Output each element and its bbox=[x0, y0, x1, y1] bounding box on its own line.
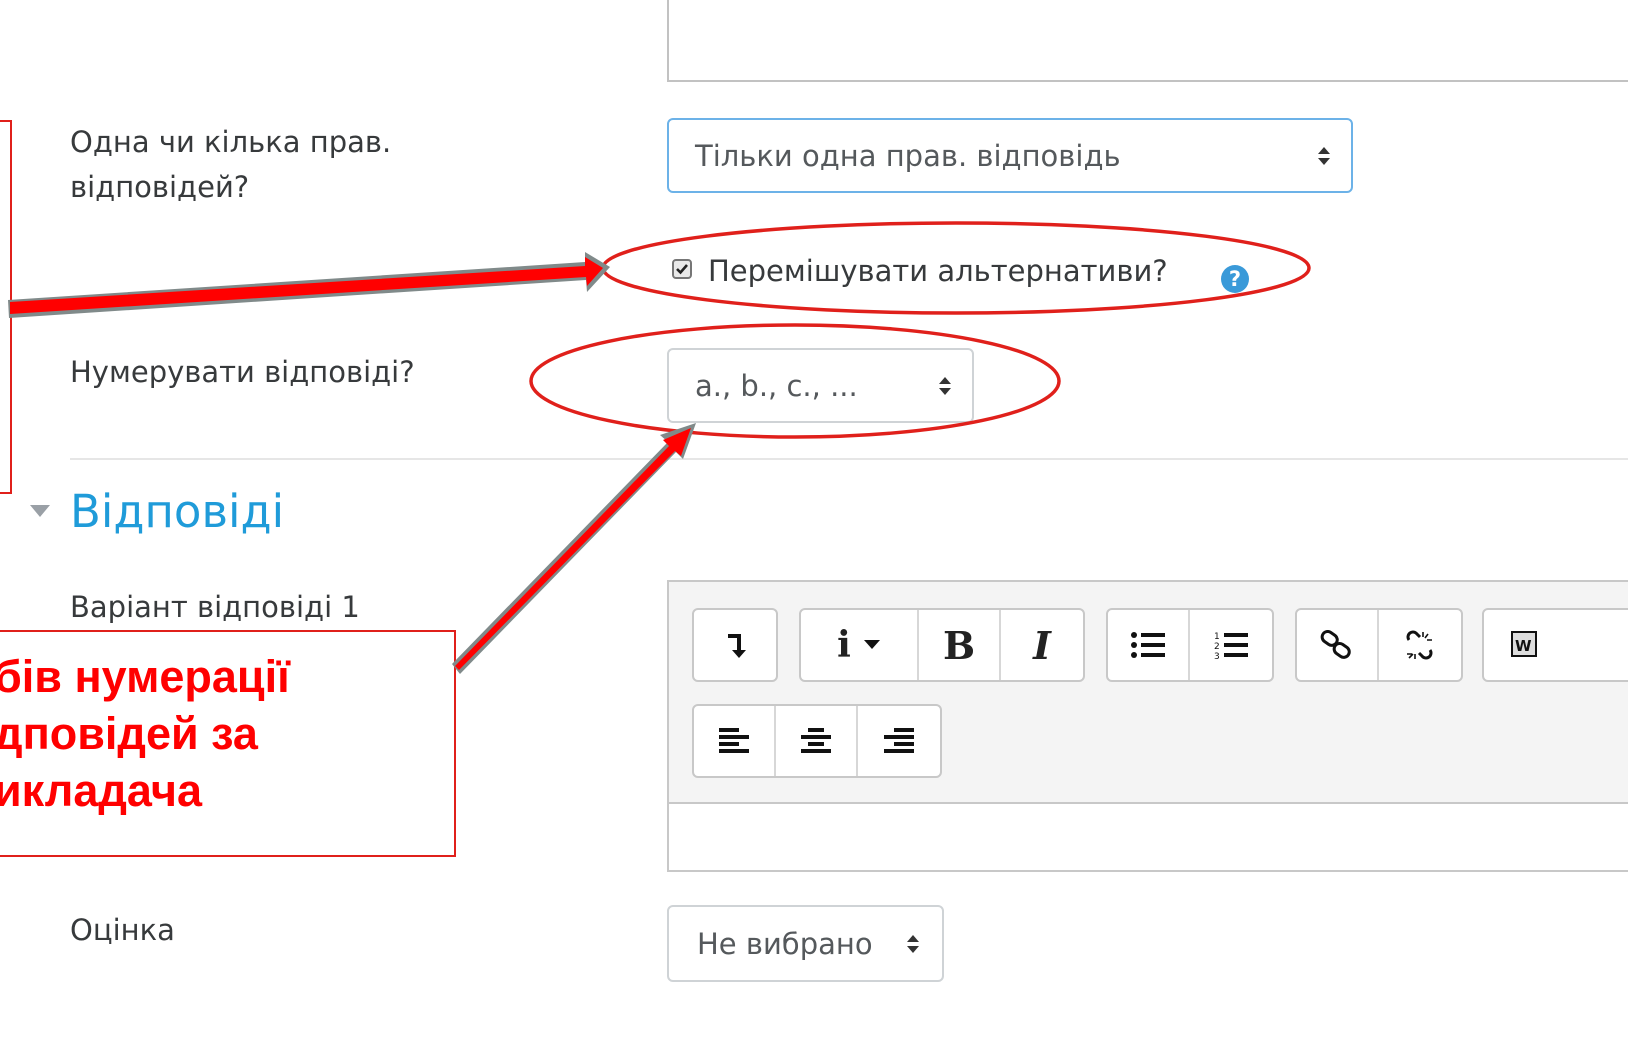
help-icon[interactable]: ? bbox=[1221, 265, 1249, 293]
section-divider bbox=[70, 458, 1628, 460]
align-center-icon[interactable] bbox=[776, 706, 858, 776]
toolbar-group-style: i B I bbox=[799, 608, 1085, 682]
svg-text:W: W bbox=[1515, 637, 1532, 655]
svg-text:2: 2 bbox=[1214, 642, 1220, 652]
numbering-value: a., b., c., ... bbox=[695, 368, 858, 403]
toolbar-group-lists: 123 bbox=[1106, 608, 1274, 682]
toolbar-group-align bbox=[692, 704, 942, 778]
bold-icon[interactable]: B bbox=[919, 610, 1001, 680]
svg-text:1: 1 bbox=[1214, 632, 1220, 642]
unordered-list-icon[interactable] bbox=[1108, 610, 1190, 680]
grade-select[interactable]: Не вибрано bbox=[667, 905, 944, 982]
grade-label: Оцінка bbox=[70, 913, 175, 947]
insert-dropdown-icon[interactable]: i bbox=[801, 610, 919, 680]
editor-content-area[interactable] bbox=[669, 804, 1628, 870]
toolbar-group-links bbox=[1295, 608, 1463, 682]
select-caret-icon bbox=[939, 376, 951, 395]
answer-editor: i B I 123 W bbox=[667, 580, 1628, 872]
general-feedback-textarea[interactable] bbox=[667, 0, 1628, 82]
toolbar-group-misc: W bbox=[1482, 608, 1628, 682]
shuffle-checkbox[interactable] bbox=[672, 259, 692, 279]
shuffle-label: Перемішувати альтернативи? bbox=[708, 254, 1168, 288]
annotation-box-upper bbox=[0, 120, 12, 494]
arrow-to-shuffle bbox=[8, 252, 610, 318]
numbering-label: Нумерувати відповіді? bbox=[70, 355, 415, 389]
svg-text:3: 3 bbox=[1214, 652, 1220, 660]
grade-value: Не вибрано bbox=[697, 926, 873, 961]
select-caret-icon bbox=[907, 934, 919, 953]
word-paste-icon[interactable]: W bbox=[1484, 610, 1566, 680]
editor-toolbar: i B I 123 W bbox=[669, 582, 1628, 804]
align-right-icon[interactable] bbox=[858, 706, 940, 776]
choice-label: Варіант відповіді 1 bbox=[70, 590, 360, 624]
toolbar-group-collapse bbox=[692, 608, 778, 682]
unlink-icon[interactable] bbox=[1379, 610, 1461, 680]
answers-count-label: Одна чи кілька прав. відповідей? bbox=[70, 125, 392, 204]
single-answer-select[interactable]: Тільки одна прав. відповідь bbox=[667, 118, 1353, 193]
link-icon[interactable] bbox=[1297, 610, 1379, 680]
toggle-toolbar-icon[interactable] bbox=[694, 610, 776, 680]
annotation-box-lower: бів нумерації дповідей за икладача bbox=[0, 630, 456, 857]
single-answer-value: Тільки одна прав. відповідь bbox=[695, 138, 1121, 173]
numbering-select[interactable]: a., b., c., ... bbox=[667, 348, 974, 423]
section-title[interactable]: Відповіді bbox=[70, 482, 284, 542]
check-icon bbox=[676, 264, 688, 275]
collapse-toggle-icon[interactable] bbox=[30, 505, 50, 517]
align-left-icon[interactable] bbox=[694, 706, 776, 776]
italic-icon[interactable]: I bbox=[1001, 610, 1083, 680]
ordered-list-icon[interactable]: 123 bbox=[1190, 610, 1272, 680]
arrow-to-numbering bbox=[452, 423, 696, 674]
select-caret-icon bbox=[1318, 146, 1330, 165]
annotation-text: бів нумерації дповідей за икладача bbox=[0, 651, 290, 816]
